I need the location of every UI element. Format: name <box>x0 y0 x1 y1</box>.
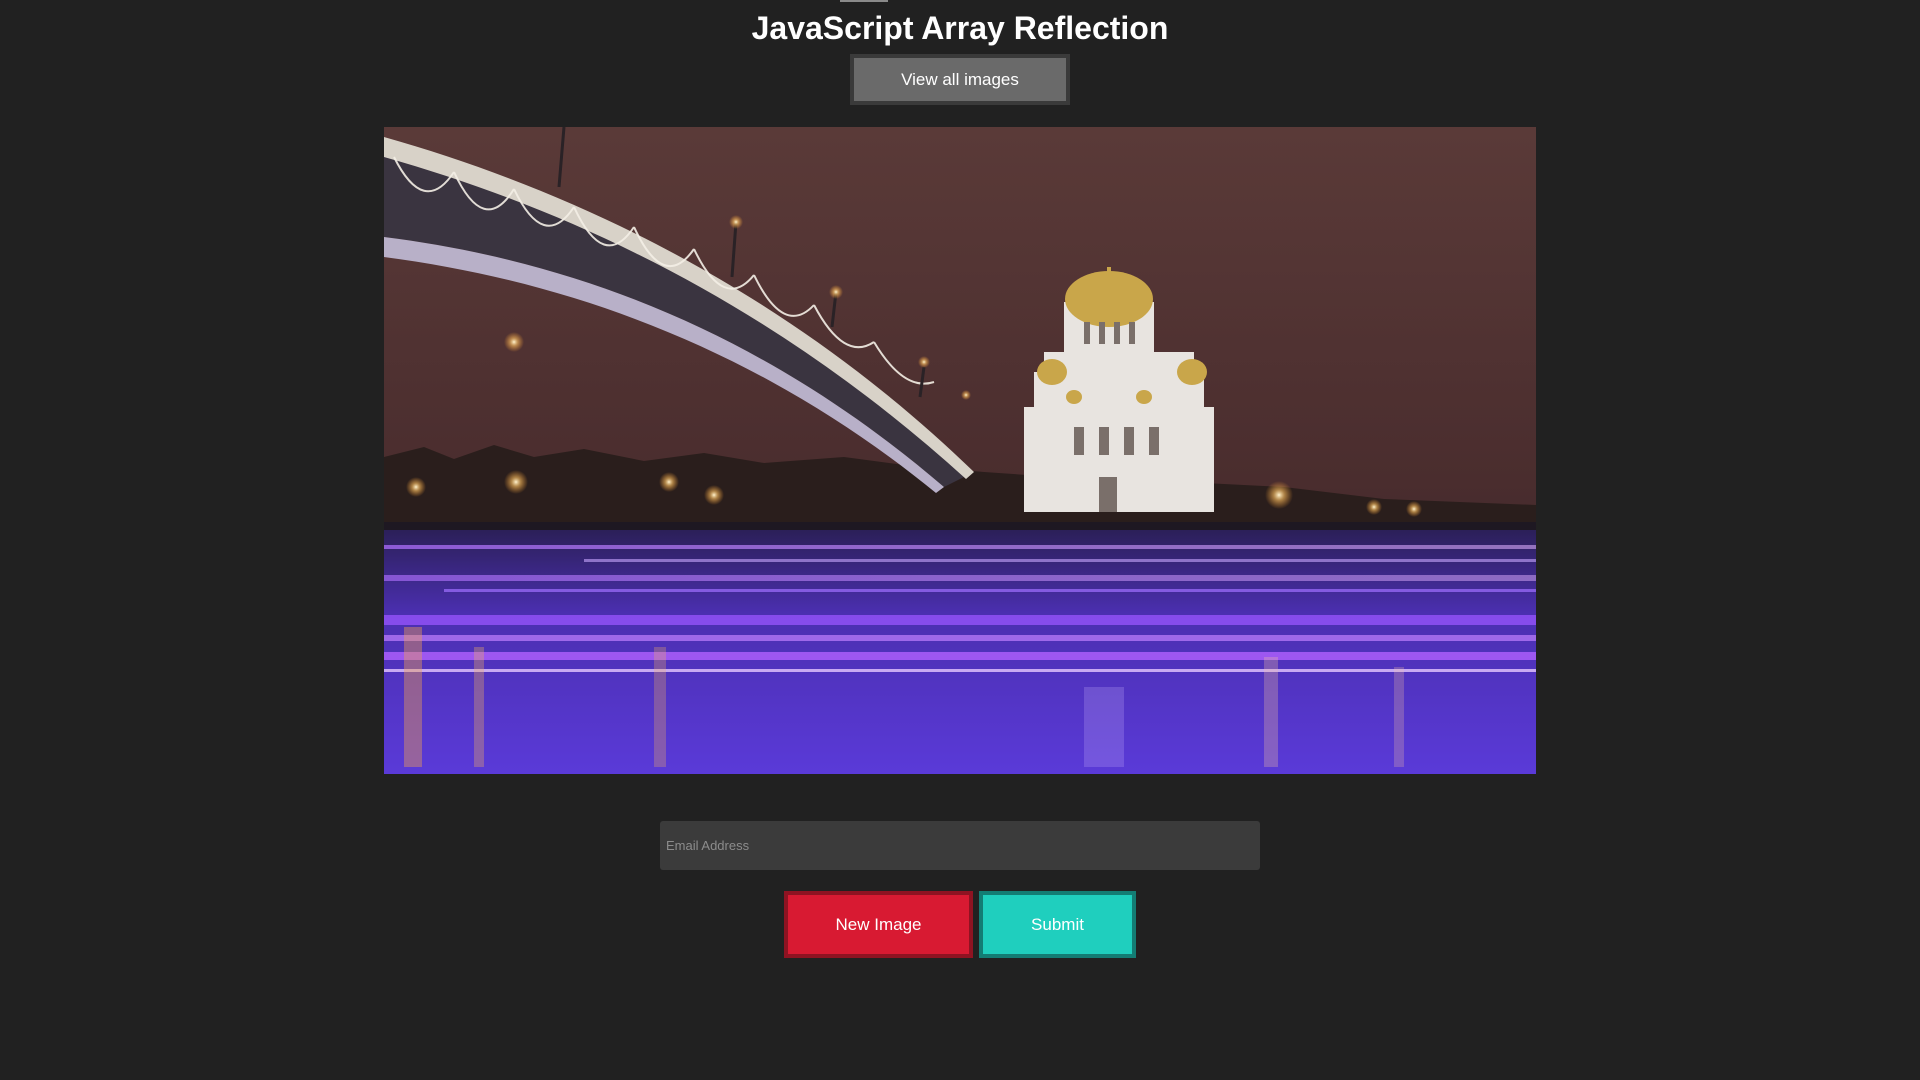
page: JavaScript Array Reflection View all ima… <box>0 0 1920 1080</box>
night-river-bridge-cathedral-photo <box>384 127 1536 774</box>
view-all-images-button[interactable]: View all images <box>850 54 1070 105</box>
submit-button[interactable]: Submit <box>979 891 1136 958</box>
email-input[interactable] <box>660 821 1260 870</box>
new-image-button[interactable]: New Image <box>784 891 973 958</box>
page-title: JavaScript Array Reflection <box>751 10 1169 46</box>
top-divider <box>840 0 888 2</box>
main-image <box>384 127 1536 774</box>
